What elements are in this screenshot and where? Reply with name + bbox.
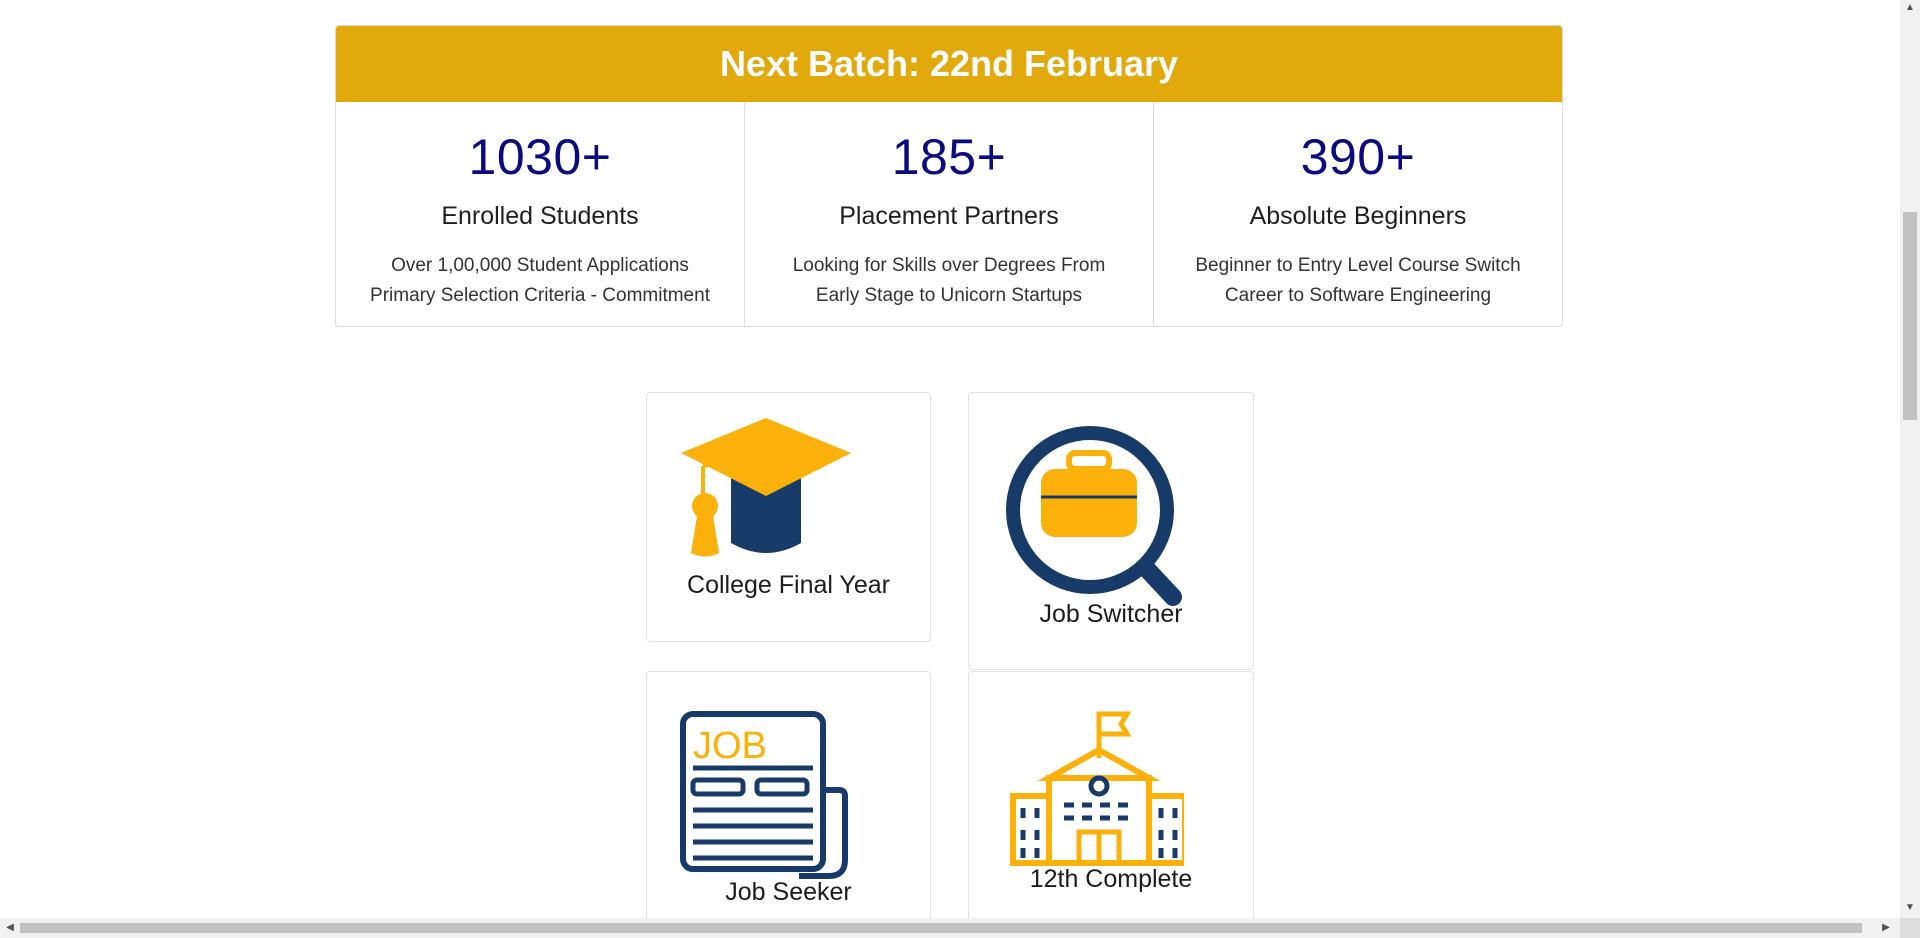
next-batch-banner: Next Batch: 22nd February xyxy=(336,26,1562,102)
scroll-down-arrow-icon[interactable]: ▼ xyxy=(1900,902,1920,913)
stat-description-line: Looking for Skills over Degrees From xyxy=(792,255,1106,276)
stat-description-line: Primary Selection Criteria - Commitment xyxy=(370,285,710,306)
job-newspaper-text: JOB xyxy=(693,725,767,767)
stat-description-line: Career to Software Engineering xyxy=(1224,285,1492,306)
school-building-icon xyxy=(1010,711,1184,866)
card-12th-complete[interactable]: 12th Complete xyxy=(968,671,1254,921)
card-label: College Final Year xyxy=(687,571,890,599)
card-label: Job Switcher xyxy=(1039,600,1183,628)
card-label: 12th Complete xyxy=(1029,865,1193,893)
horizontal-scrollbar[interactable]: ◀ ▶ xyxy=(0,918,1900,938)
stat-title: Absolute Beginners xyxy=(1249,202,1467,230)
card-job-seeker[interactable]: JOB Job Seeker xyxy=(646,671,931,921)
stat-description-line: Over 1,00,000 Student Applications xyxy=(391,255,689,276)
stat-title: Placement Partners xyxy=(839,202,1059,230)
card-label: Job Seeker xyxy=(725,878,852,906)
briefcase-search-icon xyxy=(1006,426,1182,606)
stat-enrolled-students: 1030+ Enrolled Students Over 1,00,000 St… xyxy=(336,102,745,326)
stat-number: 1030+ xyxy=(468,129,612,185)
vertical-scrollbar[interactable]: ▲ ▼ xyxy=(1900,0,1920,918)
horizontal-scroll-thumb[interactable] xyxy=(20,923,1862,933)
stat-description: Over 1,00,000 Student Applications Prima… xyxy=(336,251,744,311)
stat-description-line: Beginner to Entry Level Course Switch xyxy=(1195,255,1521,276)
card-college-final-year[interactable]: College Final Year xyxy=(646,392,931,642)
stat-description-line: Early Stage to Unicorn Startups xyxy=(815,285,1083,306)
card-job-switcher[interactable]: Job Switcher xyxy=(968,392,1254,670)
scroll-left-arrow-icon[interactable]: ◀ xyxy=(0,922,20,933)
stat-title: Enrolled Students xyxy=(441,202,639,230)
graduation-cap-icon xyxy=(681,418,851,557)
vertical-scroll-thumb[interactable] xyxy=(1903,212,1917,420)
stat-description: Looking for Skills over Degrees From Ear… xyxy=(745,251,1153,311)
job-newspaper-icon: JOB xyxy=(680,711,848,879)
stat-placement-partners: 185+ Placement Partners Looking for Skil… xyxy=(745,102,1154,326)
stat-description: Beginner to Entry Level Course Switch Ca… xyxy=(1154,251,1562,311)
scroll-right-arrow-icon[interactable]: ▶ xyxy=(1876,922,1896,933)
scrollbar-corner xyxy=(1900,918,1920,938)
batch-stats-panel: Next Batch: 22nd February 1030+ Enrolled… xyxy=(335,25,1563,327)
scroll-up-arrow-icon[interactable]: ▲ xyxy=(1900,2,1920,13)
stat-number: 185+ xyxy=(891,129,1007,185)
stat-absolute-beginners: 390+ Absolute Beginners Beginner to Entr… xyxy=(1154,102,1562,326)
stat-number: 390+ xyxy=(1300,129,1416,185)
